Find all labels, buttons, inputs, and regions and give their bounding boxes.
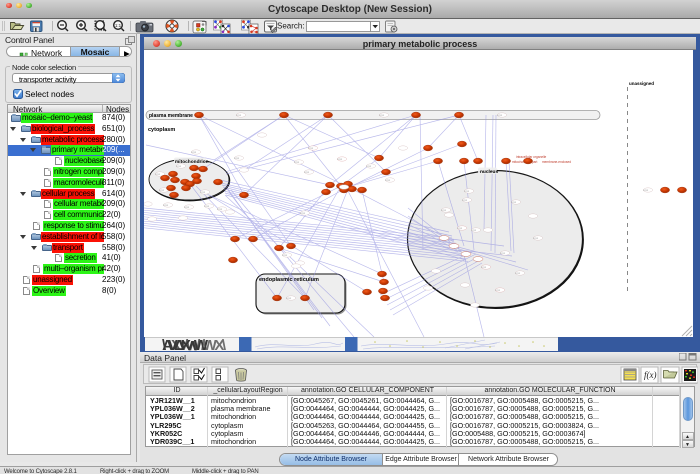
svg-text:f(x): f(x) <box>644 370 657 380</box>
svg-text:xxxx: xxxx <box>217 208 223 211</box>
svg-text:xxxx: xxxx <box>462 199 468 202</box>
svg-text:xxxx: xxxx <box>457 227 463 230</box>
svg-text:xxxx: xxxx <box>200 191 206 194</box>
svg-text:nucleus: nucleus <box>480 169 498 175</box>
svg-text:1:1: 1:1 <box>115 23 122 28</box>
svg-text:xxxx: xxxx <box>236 114 242 117</box>
svg-text:xxxx: xxxx <box>379 114 385 117</box>
svg-text:xxxx: xxxx <box>366 165 372 168</box>
svg-text:xxxx: xxxx <box>282 254 288 257</box>
svg-text:plasma membrane: plasma membrane <box>149 113 193 119</box>
svg-text:xxxx: xxxx <box>471 229 477 232</box>
svg-text:xxxx: xxxx <box>533 237 539 240</box>
svg-text:unassigned: unassigned <box>629 81 654 86</box>
svg-text:xxxx: xxxx <box>481 266 487 269</box>
svg-text:membrane-enclosed: membrane-enclosed <box>542 160 571 164</box>
svg-text:endoplasmic reticulum: endoplasmic reticulum <box>259 277 319 283</box>
svg-text:cytoplasm: cytoplasm <box>148 127 175 133</box>
svg-text:xxxx: xxxx <box>464 190 470 193</box>
svg-text:xxxx: xxxx <box>163 204 169 207</box>
svg-text:intracellular organelle: intracellular organelle <box>516 155 547 159</box>
svg-text:XV\∧/: XV\∧/ <box>171 337 201 351</box>
svg-text:xxxx: xxxx <box>337 158 343 161</box>
svg-text:xxxx: xxxx <box>385 179 391 182</box>
svg-text:xxxx: xxxx <box>191 151 197 154</box>
svg-text:xxxx: xxxx <box>286 297 292 300</box>
svg-text:xxxx: xxxx <box>308 147 314 150</box>
svg-text:xxxx: xxxx <box>511 201 517 204</box>
svg-text:Search:: Search: <box>277 22 305 31</box>
svg-text:xxxx: xxxx <box>497 114 503 117</box>
svg-text:xxxx: xxxx <box>515 272 521 275</box>
svg-text:xxxx: xxxx <box>204 205 210 208</box>
svg-text:xxxx: xxxx <box>500 252 506 255</box>
svg-text:xxxx: xxxx <box>159 189 165 192</box>
svg-text:xxxx: xxxx <box>234 157 240 160</box>
svg-text:xxxx: xxxx <box>155 173 161 176</box>
svg-text:xxxx: xxxx <box>495 289 501 292</box>
svg-text:xxxx: xxxx <box>300 212 306 215</box>
svg-text:xxxx: xxxx <box>184 206 190 209</box>
svg-text:/WX\: /WX\ <box>201 337 227 351</box>
svg-text:xxxx: xxxx <box>304 171 310 174</box>
svg-text:xxxx: xxxx <box>176 165 182 168</box>
svg-text:xxxx: xxxx <box>441 209 447 212</box>
svg-text:xxxx: xxxx <box>294 161 300 164</box>
svg-text:xxxx: xxxx <box>643 189 649 192</box>
